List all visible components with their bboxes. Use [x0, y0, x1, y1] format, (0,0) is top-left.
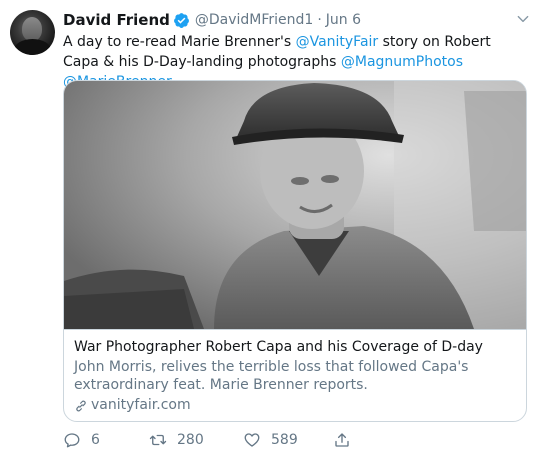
- reply-count: 6: [91, 432, 100, 448]
- retweet-button[interactable]: 280: [149, 431, 204, 449]
- heart-icon: [244, 433, 260, 447]
- card-body: War Photographer Robert Capa and his Cov…: [64, 329, 526, 421]
- avatar[interactable]: [10, 10, 55, 55]
- tweet-header: David Friend @DavidMFriend1 · Jun 6: [63, 10, 361, 30]
- reply-icon: [64, 433, 80, 448]
- card-description: John Morris, relives the terrible loss t…: [74, 359, 469, 393]
- mention-vanityfair[interactable]: @VanityFair: [296, 34, 379, 50]
- reply-button[interactable]: 6: [63, 431, 100, 449]
- card-photo-illustration: [64, 81, 526, 329]
- share-button[interactable]: [333, 431, 351, 449]
- verified-badge-icon: [173, 12, 189, 28]
- link-icon: [76, 400, 86, 411]
- card-domain-text: vanityfair.com: [91, 397, 191, 413]
- like-button[interactable]: 589: [243, 431, 298, 449]
- retweet-icon: [149, 434, 167, 446]
- link-card[interactable]: War Photographer Robert Capa and his Cov…: [63, 80, 527, 422]
- share-icon: [335, 433, 349, 447]
- tweet-actions: 6 280 589: [63, 431, 523, 455]
- author-handle[interactable]: @DavidMFriend1: [195, 12, 313, 28]
- card-domain[interactable]: vanityfair.com: [74, 396, 518, 415]
- avatar-body: [14, 39, 51, 55]
- chevron-down-icon[interactable]: [516, 12, 530, 26]
- header-separator: ·: [317, 12, 322, 28]
- tweet[interactable]: David Friend @DavidMFriend1 · Jun 6 A da…: [0, 0, 542, 466]
- avatar-face: [22, 17, 42, 41]
- card-image[interactable]: [64, 81, 526, 329]
- retweet-count: 280: [177, 432, 204, 448]
- tweet-date[interactable]: Jun 6: [326, 12, 361, 28]
- mention-magnumphotos[interactable]: @MagnumPhotos: [341, 54, 463, 70]
- author-name[interactable]: David Friend: [63, 11, 170, 29]
- card-title[interactable]: War Photographer Robert Capa and his Cov…: [74, 338, 518, 357]
- like-count: 589: [271, 432, 298, 448]
- tweet-text-part: A day to re-read Marie Brenner's: [63, 34, 296, 50]
